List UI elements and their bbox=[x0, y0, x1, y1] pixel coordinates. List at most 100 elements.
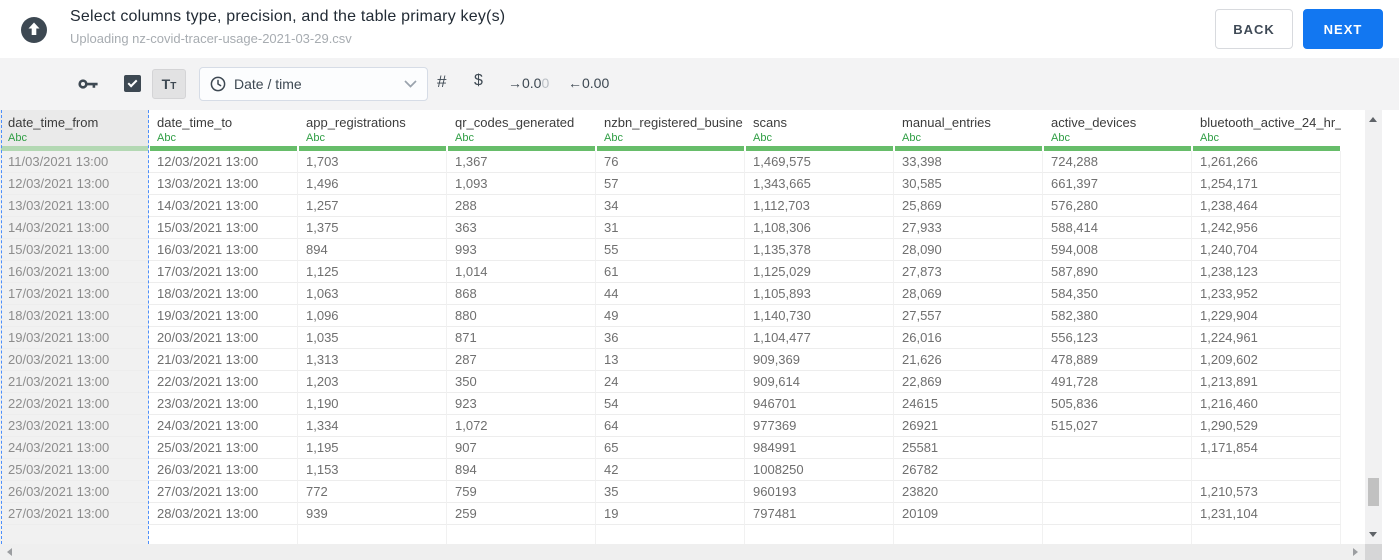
include-column-checkbox[interactable] bbox=[124, 75, 141, 92]
table-cell: 894 bbox=[447, 459, 596, 481]
number-type-button[interactable]: # bbox=[437, 72, 446, 92]
table-cell: 25/03/2021 13:00 bbox=[0, 459, 149, 481]
horizontal-scrollbar[interactable] bbox=[0, 544, 1365, 560]
table-row: 23/03/2021 13:00 24/03/2021 13:00 1,334 1,0… bbox=[0, 415, 1341, 437]
header-titles: Select columns type, precision, and the … bbox=[70, 8, 505, 46]
table-cell: 1,112,703 bbox=[745, 195, 894, 217]
table-cell: 36 bbox=[596, 327, 745, 349]
increase-precision-button[interactable]: →0.00 bbox=[508, 75, 549, 91]
column-header-manual_entries[interactable]: manual_entries Abc bbox=[894, 110, 1043, 151]
table-cell: 57 bbox=[596, 173, 745, 195]
table-cell: 588,414 bbox=[1043, 217, 1192, 239]
table-cell: 1,367 bbox=[447, 151, 596, 173]
table-cell: 55 bbox=[596, 239, 745, 261]
decrease-precision-button[interactable]: ←0.00 bbox=[568, 75, 609, 91]
scroll-right-arrow-icon[interactable] bbox=[1353, 548, 1358, 556]
table-cell bbox=[745, 525, 894, 544]
upload-cloud-icon bbox=[21, 17, 47, 43]
table-cell: 984991 bbox=[745, 437, 894, 459]
next-button[interactable]: NEXT bbox=[1303, 9, 1383, 49]
table-cell: 960193 bbox=[745, 481, 894, 503]
table-cell: 13/03/2021 13:00 bbox=[0, 195, 149, 217]
table-cell: 65 bbox=[596, 437, 745, 459]
column-header-date_time_from[interactable]: date_time_from Abc bbox=[0, 110, 149, 151]
table-cell: 587,890 bbox=[1043, 261, 1192, 283]
primary-key-icon[interactable] bbox=[78, 76, 100, 92]
table-cell bbox=[1043, 525, 1192, 544]
table-cell: 576,280 bbox=[1043, 195, 1192, 217]
vertical-scrollbar-thumb[interactable] bbox=[1368, 478, 1379, 506]
table-cell: 1,153 bbox=[298, 459, 447, 481]
back-button[interactable]: BACK bbox=[1215, 9, 1293, 49]
vertical-scrollbar[interactable] bbox=[1365, 110, 1382, 544]
table-cell: 1,703 bbox=[298, 151, 447, 173]
table-cell: 505,836 bbox=[1043, 393, 1192, 415]
table-cell: 1,213,891 bbox=[1192, 371, 1341, 393]
wizard-header: Select columns type, precision, and the … bbox=[0, 0, 1399, 58]
table-cell: 1,229,904 bbox=[1192, 305, 1341, 327]
table-cell: 594,008 bbox=[1043, 239, 1192, 261]
table-cell: 25/03/2021 13:00 bbox=[149, 437, 298, 459]
table-cell: 923 bbox=[447, 393, 596, 415]
table-cell: 11/03/2021 13:00 bbox=[0, 151, 149, 173]
column-header-active_devices[interactable]: active_devices Abc bbox=[1043, 110, 1192, 151]
scroll-down-arrow-icon[interactable] bbox=[1369, 532, 1377, 537]
upload-status-text: Uploading nz-covid-tracer-usage-2021-03-… bbox=[70, 31, 352, 46]
table-cell: 24/03/2021 13:00 bbox=[0, 437, 149, 459]
table-cell: 1,093 bbox=[447, 173, 596, 195]
table-cell: 27/03/2021 13:00 bbox=[149, 481, 298, 503]
text-type-button[interactable]: Tt bbox=[152, 69, 186, 99]
table-cell: 584,350 bbox=[1043, 283, 1192, 305]
table-cell: 1,261,266 bbox=[1192, 151, 1341, 173]
table-cell: 661,397 bbox=[1043, 173, 1192, 195]
table-cell: 1,063 bbox=[298, 283, 447, 305]
column-header-bluetooth_active_24_hr_[interactable]: bluetooth_active_24_hr_ Abc bbox=[1192, 110, 1341, 151]
table-cell: 23820 bbox=[894, 481, 1043, 503]
column-type-dropdown[interactable]: Date / time bbox=[199, 67, 428, 101]
scroll-left-arrow-icon[interactable] bbox=[7, 548, 12, 556]
column-header-scans[interactable]: scans Abc bbox=[745, 110, 894, 151]
table-cell: 797481 bbox=[745, 503, 894, 525]
table-cell bbox=[0, 525, 149, 544]
column-settings-toolbar: Tt Date / time # $ →0.00 ←0.00 bbox=[0, 58, 1399, 110]
table-cell: 26,016 bbox=[894, 327, 1043, 349]
table-row: 21/03/2021 13:00 22/03/2021 13:00 1,203 350… bbox=[0, 371, 1341, 393]
table-cell: 1,257 bbox=[298, 195, 447, 217]
table-cell: 21,626 bbox=[894, 349, 1043, 371]
table-cell: 64 bbox=[596, 415, 745, 437]
column-header-qr_codes_generated[interactable]: qr_codes_generated Abc bbox=[447, 110, 596, 151]
table-cell: 880 bbox=[447, 305, 596, 327]
table-cell: 23/03/2021 13:00 bbox=[0, 415, 149, 437]
chevron-down-icon bbox=[404, 80, 417, 88]
table-cell: 1,242,956 bbox=[1192, 217, 1341, 239]
table-cell: 24 bbox=[596, 371, 745, 393]
table-cell: 21/03/2021 13:00 bbox=[0, 371, 149, 393]
column-header-app_registrations[interactable]: app_registrations Abc bbox=[298, 110, 447, 151]
table-row: 27/03/2021 13:00 28/03/2021 13:00 939 259 19… bbox=[0, 503, 1341, 525]
scroll-up-arrow-icon[interactable] bbox=[1369, 117, 1377, 122]
column-header-nzbn_registered_busine[interactable]: nzbn_registered_busine Abc bbox=[596, 110, 745, 151]
table-cell: 1,135,378 bbox=[745, 239, 894, 261]
table-cell: 724,288 bbox=[1043, 151, 1192, 173]
table-cell: 49 bbox=[596, 305, 745, 327]
table-cell: 1,210,573 bbox=[1192, 481, 1341, 503]
table-row: 19/03/2021 13:00 20/03/2021 13:00 1,035 871… bbox=[0, 327, 1341, 349]
table-cell: 30,585 bbox=[894, 173, 1043, 195]
table-cell: 868 bbox=[447, 283, 596, 305]
table-cell: 909,369 bbox=[745, 349, 894, 371]
table-cell: 363 bbox=[447, 217, 596, 239]
table-cell bbox=[1192, 459, 1341, 481]
table-header-row: date_time_from Abc date_time_to Abc app_regi… bbox=[0, 110, 1341, 151]
table-cell: 556,123 bbox=[1043, 327, 1192, 349]
table-cell: 20/03/2021 13:00 bbox=[0, 349, 149, 371]
table-cell: 1,343,665 bbox=[745, 173, 894, 195]
table-cell: 1,224,961 bbox=[1192, 327, 1341, 349]
table-row: 24/03/2021 13:00 25/03/2021 13:00 1,195 907… bbox=[0, 437, 1341, 459]
table-cell: 1,469,575 bbox=[745, 151, 894, 173]
column-type-badge: Abc bbox=[1200, 132, 1219, 144]
page-title: Select columns type, precision, and the … bbox=[70, 8, 506, 25]
table-row: 12/03/2021 13:00 13/03/2021 13:00 1,496 1,0… bbox=[0, 173, 1341, 195]
currency-type-button[interactable]: $ bbox=[474, 72, 483, 90]
column-header-date_time_to[interactable]: date_time_to Abc bbox=[149, 110, 298, 151]
table-cell: 26921 bbox=[894, 415, 1043, 437]
